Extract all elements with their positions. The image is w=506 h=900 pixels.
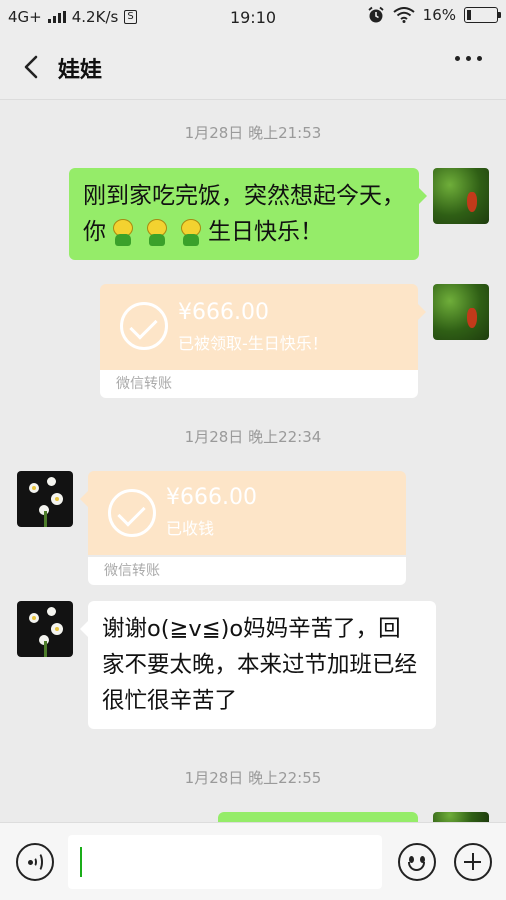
- battery-icon: [464, 7, 501, 23]
- transfer-amount: ¥666.00: [178, 300, 269, 325]
- avatar-contact[interactable]: [17, 471, 73, 527]
- transfer-card-received[interactable]: ¥666.00 已收钱 微信转账: [88, 471, 406, 585]
- transfer-footer: 微信转账: [88, 557, 406, 585]
- avatar-contact[interactable]: [17, 601, 73, 657]
- battery-percent: 16%: [422, 6, 456, 24]
- avatar-self[interactable]: [433, 284, 489, 340]
- transfer-note: 已被领取-生日快乐！: [178, 334, 328, 353]
- message-bubble-sent[interactable]: 刚到家吃完饭，突然想起今天，你 生日快乐！: [69, 168, 427, 260]
- input-bar: [0, 822, 506, 900]
- alarm-icon: [368, 6, 384, 23]
- chat-title: 娃娃: [58, 58, 103, 83]
- transfer-note: 已收钱: [166, 519, 215, 538]
- wifi-icon: [393, 7, 415, 23]
- transfer-footer: 微信转账: [100, 370, 418, 398]
- timestamp: 1月28日 晚上21:53: [184, 124, 322, 142]
- message-text: 谢谢o(≧v≦)o妈妈辛苦了，回家不要太晚，本来过节加班已经很忙很辛苦了: [102, 616, 418, 714]
- timestamp: 1月28日 晚上22:55: [184, 769, 322, 787]
- status-bar: 4G+ 4.2K/s S 19:10 16%: [0, 0, 506, 34]
- chick-emoji-icon: [144, 218, 170, 247]
- message-input[interactable]: [68, 835, 382, 889]
- avatar-self[interactable]: [433, 812, 489, 822]
- avatar-self[interactable]: [433, 168, 489, 224]
- transfer-amount: ¥666.00: [166, 485, 257, 510]
- more-dots-icon[interactable]: [455, 56, 482, 61]
- chick-emoji-icon: [110, 218, 136, 247]
- voice-icon[interactable]: [16, 843, 54, 881]
- text-caret: [80, 847, 82, 877]
- bubble-tail: [418, 304, 426, 320]
- bubble-tail: [80, 491, 88, 507]
- message-bubble-received[interactable]: 谢谢o(≧v≦)o妈妈辛苦了，回家不要太晚，本来过节加班已经很忙很辛苦了: [80, 601, 436, 729]
- transfer-card-sent[interactable]: ¥666.00 已被领取-生日快乐！ 微信转账: [100, 284, 418, 398]
- plus-icon[interactable]: [454, 843, 492, 881]
- message-text: 生日快乐！: [208, 219, 323, 245]
- message-bubble-sent-partial[interactable]: [218, 812, 418, 822]
- timestamp: 1月28日 晚上22:34: [184, 428, 322, 446]
- chick-emoji-icon: [178, 218, 204, 247]
- check-circle-icon: [120, 302, 168, 350]
- emoji-icon[interactable]: [398, 843, 436, 881]
- check-circle-icon: [108, 489, 156, 537]
- chat-header: 娃娃: [0, 34, 506, 100]
- chevron-left-icon[interactable]: [18, 52, 48, 82]
